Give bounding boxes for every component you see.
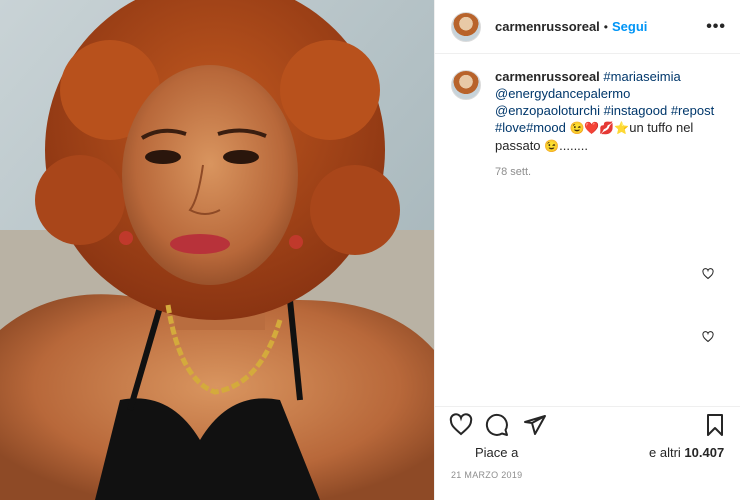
comment-like-heart-icon[interactable]	[702, 268, 714, 280]
post-actions-bar	[435, 406, 740, 436]
header-separator: •	[603, 19, 608, 34]
post-side-panel: carmenrussoreal • Segui ••• carmenrussor…	[434, 0, 740, 500]
bookmark-icon[interactable]	[703, 413, 727, 437]
likes-others-link[interactable]: e altri 10.407	[649, 445, 724, 460]
share-icon[interactable]	[523, 413, 547, 437]
caption-text: carmenrussoreal #mariaseimia @energydanc…	[495, 68, 724, 155]
caption-emoji-end: 😉	[544, 139, 560, 153]
caption-text-end: passato	[495, 138, 541, 153]
caption-trail: ........	[559, 138, 589, 153]
caption-tags-line[interactable]: @enzopaoloturchi #instagood #repost	[495, 103, 714, 118]
post-date[interactable]: 21 MARZO 2019	[451, 470, 522, 480]
post-photo[interactable]	[0, 0, 434, 500]
caption-emojis: 😉❤️💋⭐	[569, 121, 630, 135]
follow-button[interactable]: Segui	[612, 19, 647, 34]
caption-text-part: un tuffo nel	[629, 120, 694, 135]
caption-comment: carmenrussoreal #mariaseimia @energydanc…	[435, 54, 740, 155]
likes-prefix: Piace a	[475, 445, 519, 460]
comment-icon[interactable]	[485, 413, 509, 437]
caption-hashtags-love[interactable]: #love#mood	[495, 120, 566, 135]
comment-like-heart-icon[interactable]	[702, 331, 714, 343]
likes-suffix: e altri	[649, 445, 681, 460]
caption-mention-link[interactable]: @energydancepalermo	[495, 86, 630, 101]
caption-hashtag-link[interactable]: #mariaseimia	[603, 69, 680, 84]
post-header: carmenrussoreal • Segui •••	[435, 0, 740, 54]
caption-avatar[interactable]	[451, 70, 481, 100]
heart-icon[interactable]	[449, 413, 473, 437]
more-options-icon[interactable]: •••	[706, 18, 726, 34]
likes-count: 10.407	[684, 445, 725, 460]
post-photo-image	[0, 0, 434, 500]
author-avatar[interactable]	[451, 11, 481, 42]
caption-username[interactable]: carmenrussoreal	[495, 69, 600, 84]
author-username[interactable]: carmenrussoreal	[495, 19, 600, 34]
caption-time-ago[interactable]: 78 sett.	[495, 166, 740, 178]
